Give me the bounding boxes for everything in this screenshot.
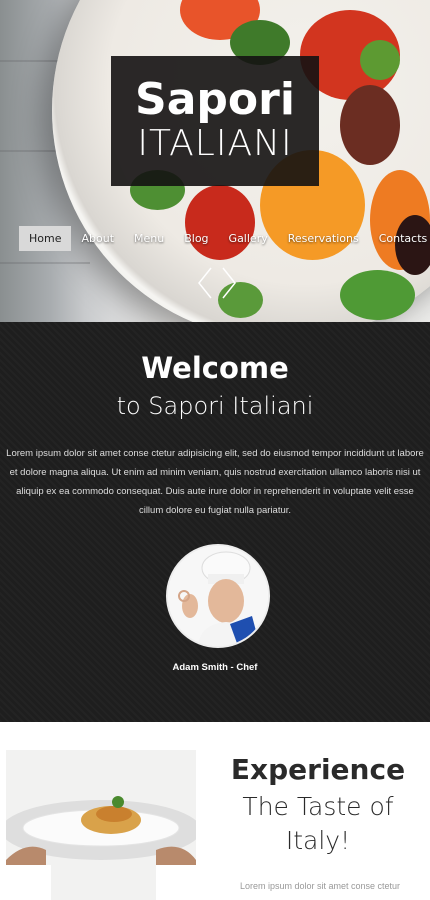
experience-section: Experience The Taste of Italy! Lorem ips… <box>0 722 430 900</box>
nav-gallery[interactable]: Gallery <box>219 226 278 251</box>
nav-contacts[interactable]: Contacts <box>369 226 430 251</box>
main-nav: Home About Menu Blog Gallery Reservation… <box>19 226 430 251</box>
nav-reservations[interactable]: Reservations <box>278 226 369 251</box>
experience-heading: Experience The Taste of Italy! <box>208 752 428 858</box>
wood-grain <box>0 262 90 264</box>
experience-title: Experience <box>230 753 406 786</box>
welcome-subtitle: to Sapori Italiani <box>116 392 314 420</box>
welcome-text: Lorem ipsum dolor sit amet conse ctetur … <box>6 448 424 516</box>
experience-subtitle-line2: Italy! <box>285 826 351 855</box>
welcome-section: Welcome to Sapori Italiani Lorem ipsum d… <box>0 322 430 722</box>
chevron-left-icon[interactable] <box>196 266 214 300</box>
welcome-title: Welcome <box>141 351 289 385</box>
nav-about[interactable]: About <box>71 226 124 251</box>
nav-blog[interactable]: Blog <box>174 226 218 251</box>
hero-slider: Sapori ITALIANI Home About Menu Blog Gal… <box>0 0 430 322</box>
logo-subtitle: ITALIANI <box>137 123 293 164</box>
tomato-slice <box>340 85 400 165</box>
basil-leaf <box>340 270 415 320</box>
wood-grain <box>0 150 60 152</box>
experience-text: Lorem ipsum dolor sit amet conse ctetur <box>239 881 401 891</box>
chevron-right-icon[interactable] <box>220 266 238 300</box>
logo-title: Sapori <box>135 74 295 125</box>
nav-home[interactable]: Home <box>19 226 72 251</box>
chef-name: Adam Smith - Chef <box>172 662 258 673</box>
nav-menu[interactable]: Menu <box>124 226 174 251</box>
pasta-dish-image <box>6 750 196 900</box>
site-logo[interactable]: Sapori ITALIANI <box>111 56 319 186</box>
chef-avatar <box>166 544 270 648</box>
experience-subtitle-line1: The Taste of <box>242 792 394 821</box>
basil-leaf <box>360 40 400 80</box>
